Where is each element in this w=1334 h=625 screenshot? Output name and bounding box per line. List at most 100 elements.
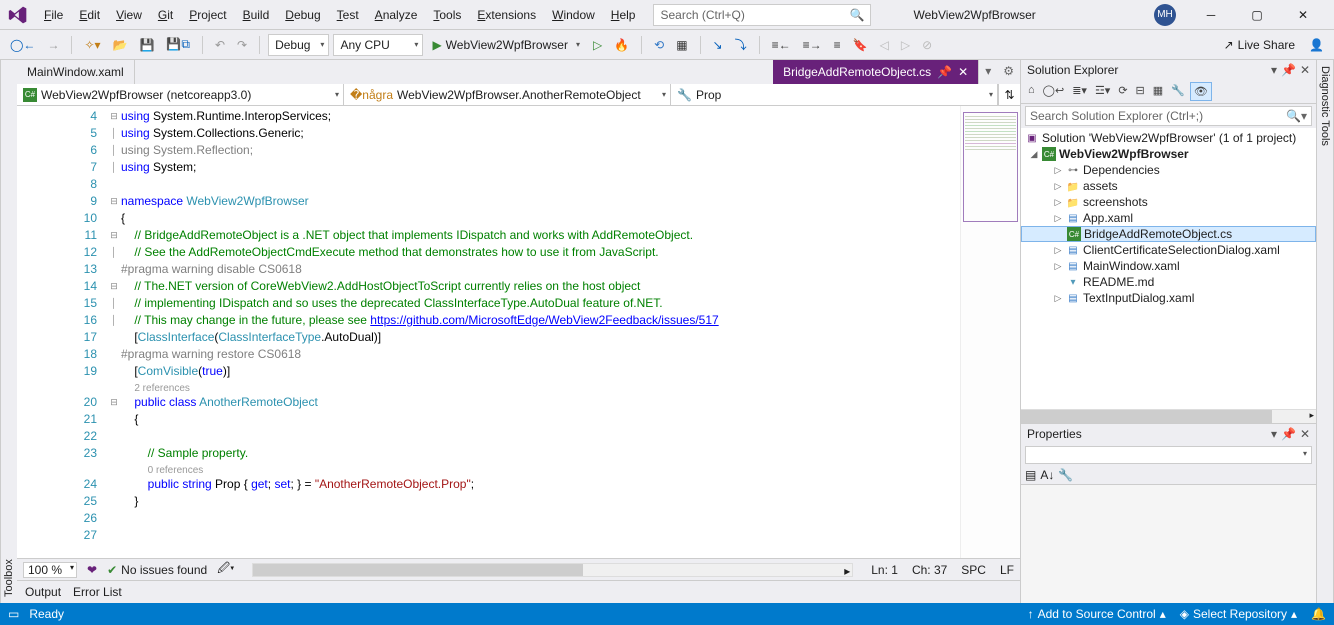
back-button[interactable]: ◯↩ [1040, 82, 1068, 101]
minimap[interactable] [960, 106, 1020, 558]
categorized-button[interactable]: ▤ [1025, 468, 1036, 482]
indent-button[interactable]: ≡→ [799, 36, 826, 54]
solution-tree[interactable]: ▣ Solution 'WebView2WpfBrowser' (1 of 1 … [1021, 128, 1316, 409]
menu-help[interactable]: Help [603, 4, 644, 26]
platform-combo[interactable]: Any CPU [333, 34, 423, 56]
open-button[interactable]: 📂 [109, 36, 132, 54]
tree-item[interactable]: ▷▤ClientCertificateSelectionDialog.xaml [1021, 242, 1316, 258]
outdent-button[interactable]: ≡← [768, 36, 795, 54]
source-control-button[interactable]: ↑ Add to Source Control ▴ [1028, 607, 1166, 621]
menu-analyze[interactable]: Analyze [367, 4, 426, 26]
menu-build[interactable]: Build [235, 4, 278, 26]
comment-button[interactable]: ≡ [830, 36, 845, 54]
code-editor[interactable]: 4567891011121314151617181920212223242526… [17, 106, 1020, 558]
clear-bookmarks-button[interactable]: ⊘ [918, 36, 936, 54]
properties-button[interactable]: 🔧 [1168, 82, 1188, 101]
properties-wrench-icon[interactable]: 🔧 [1058, 468, 1073, 482]
search-box[interactable]: Search (Ctrl+Q) 🔍 [653, 4, 871, 26]
menu-debug[interactable]: Debug [277, 4, 328, 26]
tree-item[interactable]: ▾README.md [1021, 274, 1316, 290]
menu-test[interactable]: Test [329, 4, 367, 26]
next-bookmark-button[interactable]: ▷ [897, 36, 914, 54]
health-icon[interactable]: ❤ [87, 563, 97, 577]
nav-fwd-button[interactable]: → [43, 36, 63, 54]
nav-type-combo[interactable]: �någraWebView2WpfBrowser.AnotherRemoteOb… [344, 84, 671, 105]
prev-bookmark-button[interactable]: ◁ [876, 36, 893, 54]
tree-item[interactable]: ▷📁assets [1021, 178, 1316, 194]
liveshare-button[interactable]: ↗ Live Share [1218, 36, 1301, 54]
minimize-button[interactable]: ─ [1188, 1, 1234, 29]
properties-grid[interactable] [1021, 485, 1316, 603]
redo-button[interactable]: ↷ [233, 36, 251, 54]
sync-button[interactable]: ⟳ [1115, 82, 1130, 101]
issues-indicator[interactable]: ✔No issues found [107, 563, 207, 577]
notifications-icon[interactable]: 🔔 [1311, 607, 1326, 621]
menu-project[interactable]: Project [181, 4, 234, 26]
collapse-all-button[interactable]: ⊟ [1133, 82, 1148, 101]
menu-window[interactable]: Window [544, 4, 603, 26]
config-combo[interactable]: Debug [268, 34, 329, 56]
solution-explorer-search[interactable]: Search Solution Explorer (Ctrl+;) 🔍▾ [1025, 106, 1312, 126]
panel-pin-icon[interactable]: 📌 [1281, 63, 1296, 77]
layout-button[interactable]: ▦ [672, 36, 691, 54]
nav-back-button[interactable]: ◯← [6, 36, 39, 54]
tree-item[interactable]: ▷📁screenshots [1021, 194, 1316, 210]
pin-icon[interactable]: 📌 [937, 65, 952, 79]
expand-icon[interactable]: ◢ [1029, 149, 1039, 160]
doc-tab-bridge[interactable]: BridgeAddRemoteObject.cs 📌 ✕ [773, 60, 979, 84]
start-debug-button[interactable]: ▶WebView2WpfBrowser [427, 35, 585, 55]
lint-icon[interactable]: 🖉▾ [217, 559, 234, 580]
project-node[interactable]: ◢ C# WebView2WpfBrowser [1021, 146, 1316, 162]
step-over-button[interactable]: ⤵ [731, 34, 751, 55]
save-all-button[interactable]: 💾⧉ [162, 35, 194, 54]
save-button[interactable]: 💾 [135, 36, 158, 54]
expand-icon[interactable]: ▷ [1053, 181, 1063, 192]
tabs-dropdown[interactable]: ▾ [979, 60, 997, 84]
show-all-button[interactable]: ▦ [1150, 82, 1166, 101]
tree-item[interactable]: ▷▤MainWindow.xaml [1021, 258, 1316, 274]
bookmark-button[interactable]: 🔖 [849, 36, 872, 54]
panel-pin-icon[interactable]: 📌 [1281, 427, 1296, 441]
switch-views-button[interactable]: ≣▾ [1069, 82, 1090, 101]
split-editor-button[interactable]: ⇅ [998, 84, 1020, 105]
feedback-button[interactable]: 👤 [1305, 36, 1328, 54]
close-button[interactable]: ✕ [1280, 1, 1326, 29]
toolbox-tab[interactable]: Toolbox [0, 60, 17, 603]
menu-edit[interactable]: Edit [71, 4, 108, 26]
properties-object-combo[interactable] [1025, 446, 1312, 464]
tree-item[interactable]: ▷⊶Dependencies [1021, 162, 1316, 178]
zoom-combo[interactable]: 100 % [23, 562, 77, 578]
avatar[interactable]: MH [1154, 4, 1176, 26]
editor-hscroll[interactable]: ◂▸ [252, 563, 853, 577]
diagnostic-tools-tab[interactable]: Diagnostic Tools [1316, 60, 1334, 603]
fold-gutter[interactable]: ⊟│││⊟⊟│⊟││⊟ [107, 106, 121, 558]
panel-close-icon[interactable]: ✕ [1300, 427, 1310, 441]
maximize-button[interactable]: ▢ [1234, 1, 1280, 29]
doc-tab-mainwindow[interactable]: MainWindow.xaml [17, 60, 135, 84]
menu-tools[interactable]: Tools [425, 4, 469, 26]
indent-mode[interactable]: SPC [961, 563, 986, 577]
preview-button[interactable]: 👁 [1190, 82, 1212, 101]
expand-icon[interactable]: ▷ [1053, 261, 1063, 272]
tree-item[interactable]: C#BridgeAddRemoteObject.cs [1021, 226, 1316, 242]
home-button[interactable]: ⌂ [1025, 82, 1038, 101]
menu-view[interactable]: View [108, 4, 150, 26]
new-item-button[interactable]: ✧▾ [80, 36, 104, 54]
expand-icon[interactable]: ▷ [1053, 213, 1063, 224]
pending-changes-filter[interactable]: ☲▾ [1092, 82, 1113, 101]
expand-icon[interactable]: ▷ [1053, 165, 1063, 176]
tree-item[interactable]: ▷▤App.xaml [1021, 210, 1316, 226]
alphabetical-button[interactable]: A↓ [1040, 468, 1054, 482]
menu-file[interactable]: File [36, 4, 71, 26]
menu-git[interactable]: Git [150, 4, 181, 26]
expand-icon[interactable]: ▷ [1053, 293, 1063, 304]
close-tab-icon[interactable]: ✕ [958, 65, 968, 79]
error-list-tab[interactable]: Error List [73, 585, 122, 599]
undo-button[interactable]: ↶ [211, 36, 229, 54]
window-icon[interactable]: ▭ [8, 607, 19, 621]
browser-link-button[interactable]: ⟲ [650, 36, 668, 54]
solution-node[interactable]: ▣ Solution 'WebView2WpfBrowser' (1 of 1 … [1021, 130, 1316, 146]
code-area[interactable]: using System.Runtime.InteropServices;usi… [121, 106, 960, 558]
step-into-button[interactable]: ↘ [709, 36, 727, 54]
select-repo-button[interactable]: ◈ Select Repository ▴ [1180, 607, 1297, 621]
